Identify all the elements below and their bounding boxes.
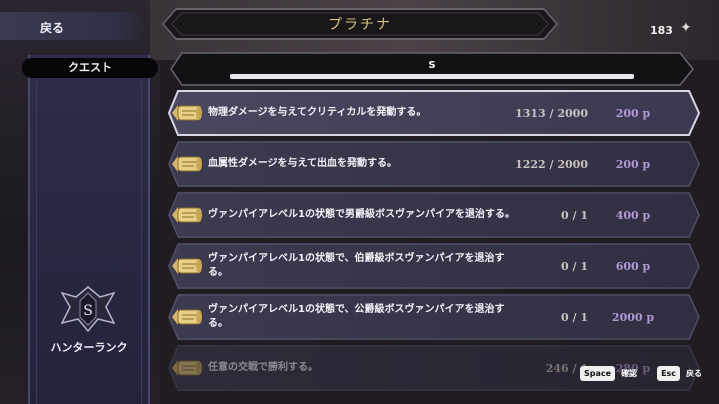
rank-emblem-letter: S bbox=[83, 303, 93, 319]
scroll-icon bbox=[172, 258, 202, 274]
scroll-icon bbox=[172, 156, 202, 172]
quest-title: ヴァンパイアレベル1の状態で、伯爵級ボスヴァンパイアを退治する。 bbox=[208, 253, 505, 278]
page-title: プラチナ bbox=[328, 17, 392, 33]
quest-title: 血属性ダメージを与えて出血を発動する。 bbox=[208, 158, 397, 169]
quest-title: 物理ダメージを与えてクリティカルを発動する。 bbox=[208, 107, 427, 118]
side-banner-inner bbox=[36, 81, 142, 404]
quest-reward: 400 p bbox=[615, 208, 651, 222]
hunter-rank-label: ハンターランク bbox=[50, 341, 128, 354]
quest-row[interactable]: 血属性ダメージを与えて出血を発動する。 1222 / 2000 200 p bbox=[168, 141, 700, 187]
footer-back-label: 戻る bbox=[686, 368, 703, 378]
quest-list: 物理ダメージを与えてクリティカルを発動する。 1313 / 2000 200 p 血属… bbox=[160, 88, 700, 404]
quest-title: ヴァンパイアレベル1の状態で、公爵級ボスヴァンパイアを退治する。 bbox=[208, 304, 505, 329]
quest-reward: 2000 p bbox=[611, 310, 655, 324]
quest-reward: 200 p bbox=[615, 157, 651, 171]
quest-tab[interactable]: クエスト bbox=[22, 58, 158, 78]
quest-progress: 1313 / 2000 bbox=[515, 106, 588, 120]
rank-selector-value: S bbox=[428, 60, 436, 71]
scroll-icon bbox=[172, 207, 202, 223]
rank-emblem-icon: S bbox=[60, 286, 116, 333]
scroll-icon bbox=[172, 360, 202, 376]
quest-tab-label: クエスト bbox=[68, 61, 112, 74]
quest-reward: 200 p bbox=[615, 106, 651, 120]
quest-row[interactable]: 物理ダメージを与えてクリティカルを発動する。 1313 / 2000 200 p bbox=[168, 90, 700, 136]
quest-progress: 0 / 1 bbox=[561, 310, 588, 324]
space-key-hint[interactable]: Space bbox=[580, 365, 616, 381]
coin-icon: ✦ bbox=[680, 20, 692, 36]
quest-title: ヴァンパイアレベル1の状態で男爵級ボスヴァンパイアを退治する。 bbox=[208, 209, 515, 220]
scroll-icon bbox=[172, 105, 202, 121]
quest-progress: 246 / 1 bbox=[545, 361, 588, 375]
esc-key-hint[interactable]: Esc bbox=[657, 365, 681, 381]
quest-row[interactable]: ヴァンパイアレベル1の状態で、公爵級ボスヴァンパイアを退治する。 0 / 1 200… bbox=[168, 294, 700, 340]
quest-progress: 1222 / 2000 bbox=[515, 157, 588, 171]
scroll-icon bbox=[172, 309, 202, 325]
quest-progress: 0 / 1 bbox=[561, 208, 588, 222]
currency-count: 183 bbox=[650, 24, 673, 37]
back-button-label: 戻る bbox=[40, 21, 65, 35]
confirm-label: 確認 bbox=[621, 368, 638, 378]
rank-progress-bar bbox=[230, 74, 634, 79]
quest-title: 任意の交戦で勝利する。 bbox=[208, 362, 318, 373]
quest-reward: 600 p bbox=[615, 259, 651, 273]
back-button[interactable]: 戻る bbox=[0, 12, 148, 40]
quest-row[interactable]: ヴァンパイアレベル1の状態で男爵級ボスヴァンパイアを退治する。 0 / 1 400 … bbox=[168, 192, 700, 238]
quest-progress: 0 / 1 bbox=[561, 259, 588, 273]
footer-controls: Space 確認 Esc 戻る bbox=[580, 362, 716, 384]
quest-row[interactable]: ヴァンパイアレベル1の状態で、伯爵級ボスヴァンパイアを退治する。 0 / 1 600… bbox=[168, 243, 700, 289]
